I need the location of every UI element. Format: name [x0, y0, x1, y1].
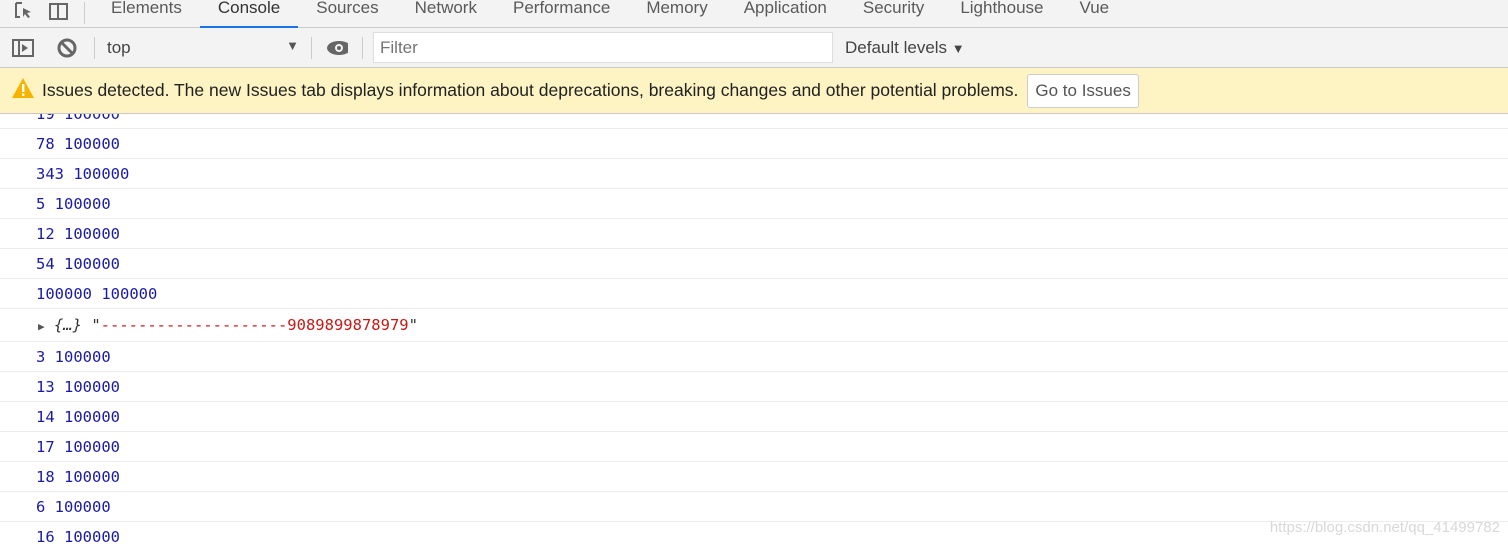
console-log-row: 100000 100000 [0, 279, 1508, 309]
levels-label: Default levels [845, 37, 948, 57]
string-number: 9089899878979 [287, 316, 409, 334]
watermark: https://blog.csdn.net/qq_41499782 [1269, 519, 1500, 536]
go-to-issues-button[interactable]: Go to Issues [1027, 73, 1139, 108]
tab-performance[interactable]: Performance [495, 0, 628, 27]
console-object-row[interactable]: ▶ {…} "--------------------9089899878979… [0, 309, 1508, 342]
string-dashes: -------------------- [100, 316, 288, 334]
console-log-row: 54 100000 [0, 249, 1508, 279]
quote: " [91, 316, 101, 334]
filter-input[interactable] [373, 32, 833, 63]
console-log-row: 5 100000 [0, 189, 1508, 219]
dropdown-arrow-icon: ▼ [286, 37, 299, 53]
context-selector[interactable]: top ▼ [107, 38, 307, 58]
console-log-row: 78 100000 [0, 129, 1508, 159]
divider [94, 36, 95, 59]
clear-console-icon[interactable] [56, 37, 78, 59]
live-expression-eye-icon[interactable] [326, 37, 348, 59]
console-log-row: 18 100000 [0, 462, 1508, 492]
banner-text: Issues detected. The new Issues tab disp… [42, 80, 1019, 100]
tab-application[interactable]: Application [726, 0, 845, 27]
tab-security[interactable]: Security [845, 0, 942, 27]
console-log-row: 14 100000 [0, 402, 1508, 432]
console-log-row: 19 100000 [0, 114, 1508, 129]
devtools-tabbar: Elements Console Sources Network Performance… [0, 0, 1508, 28]
console-log-row: 17 100000 [0, 432, 1508, 462]
tab-memory[interactable]: Memory [628, 0, 725, 27]
tab-vue[interactable]: Vue [1062, 0, 1128, 27]
dropdown-arrow-icon: ▼ [951, 40, 965, 56]
console-log-row: 3 100000 [0, 342, 1508, 372]
object-preview[interactable]: {…} [54, 316, 82, 334]
issues-banner: Issues detected. The new Issues tab disp… [0, 68, 1508, 114]
log-levels-dropdown[interactable]: Default levels ▼ [845, 38, 965, 58]
sidebar-toggle-icon[interactable] [12, 37, 34, 59]
tab-console[interactable]: Console [199, 0, 299, 28]
console-toolbar: top ▼ Default levels ▼ [0, 28, 1508, 68]
tab-lighthouse[interactable]: Lighthouse [942, 0, 1061, 27]
divider [311, 36, 312, 59]
divider [84, 2, 85, 24]
inspect-element-icon[interactable] [14, 1, 34, 26]
console-output: 19 100000 78 100000 343 100000 5 100000 12 1… [0, 114, 1508, 544]
divider [362, 36, 363, 59]
console-log-row: 343 100000 [0, 159, 1508, 189]
console-log-row: 12 100000 [0, 219, 1508, 249]
tab-network[interactable]: Network [397, 0, 495, 27]
warning-icon [11, 77, 35, 104]
console-log-row: 13 100000 [0, 372, 1508, 402]
tab-elements[interactable]: Elements [93, 0, 200, 27]
console-log-row: 6 100000 [0, 492, 1508, 522]
context-value: top [107, 37, 131, 57]
quote: " [408, 316, 418, 334]
tab-sources[interactable]: Sources [298, 0, 396, 27]
expand-triangle-icon[interactable]: ▶ [38, 320, 45, 333]
device-toolbar-icon[interactable] [48, 1, 70, 26]
